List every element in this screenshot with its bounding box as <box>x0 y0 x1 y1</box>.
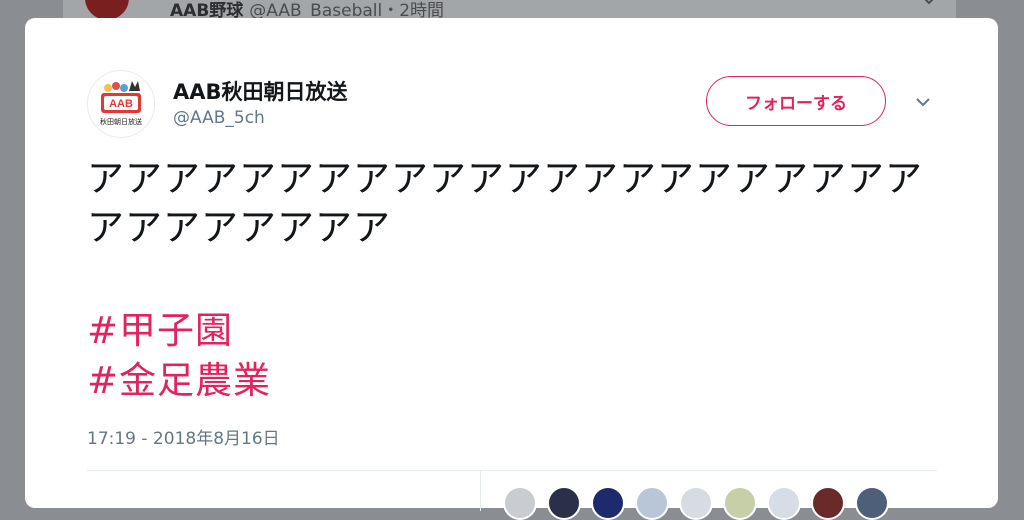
liker-avatar[interactable] <box>679 486 713 520</box>
author-handle[interactable]: @AAB_5ch <box>173 108 265 128</box>
tweet-modal: AAB 秋田朝日放送 AAB秋田朝日放送 @AAB_5ch フォローする アアア… <box>25 18 998 520</box>
background-avatar <box>85 0 129 18</box>
liker-avatar[interactable] <box>811 486 845 520</box>
background-tweet: AAB野球 @AAB_Baseball・2時間 <box>63 0 956 18</box>
author-avatar[interactable]: AAB 秋田朝日放送 <box>87 70 155 138</box>
liker-avatar[interactable] <box>767 486 801 520</box>
divider <box>87 470 937 471</box>
liker-avatar[interactable] <box>723 486 757 520</box>
background-author-meta: @AAB_Baseball・2時間 <box>249 1 445 18</box>
follow-button[interactable]: フォローする <box>706 76 886 126</box>
chevron-down-icon <box>924 0 934 5</box>
liker-avatar[interactable] <box>635 486 669 520</box>
background-author-name: AAB野球 <box>170 1 244 18</box>
hashtag-link[interactable]: #甲子園 <box>87 306 233 355</box>
hashtag-link[interactable]: #金足農業 <box>87 356 271 405</box>
tweet-text: アアアアアアアアアアアアアアアアアアアアアアアアアアアアアア <box>87 157 923 249</box>
liker-avatar[interactable] <box>547 486 581 520</box>
liker-avatar[interactable] <box>503 486 537 520</box>
logo-caption: 秋田朝日放送 <box>100 117 142 126</box>
aab-logo-icon: AAB 秋田朝日放送 <box>100 81 142 126</box>
logo-text: AAB <box>109 98 133 110</box>
liker-avatar[interactable] <box>855 486 889 520</box>
author-display-name[interactable]: AAB秋田朝日放送 <box>173 76 348 106</box>
tweet-timestamp[interactable]: 17:19 - 2018年8月16日 <box>87 424 280 449</box>
liker-avatar[interactable] <box>591 486 625 520</box>
chevron-down-icon[interactable] <box>913 92 933 112</box>
divider <box>480 471 481 511</box>
